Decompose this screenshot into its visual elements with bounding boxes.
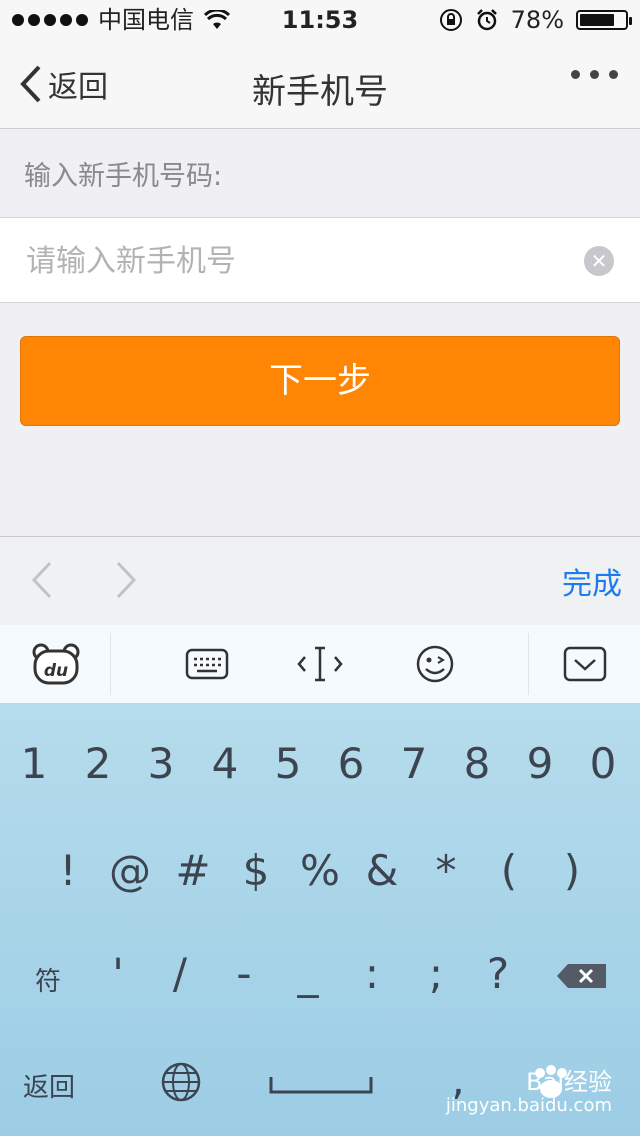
rotation-lock-icon bbox=[439, 9, 462, 31]
key-left-paren[interactable]: ( bbox=[477, 846, 541, 895]
key-colon[interactable]: : bbox=[340, 949, 404, 998]
key-hyphen[interactable]: - bbox=[212, 949, 276, 998]
key-at[interactable]: @ bbox=[98, 846, 162, 895]
symbol-keyboard: 1 2 3 4 5 6 7 8 9 0 ! @ # $ % & * ( ) 符 … bbox=[0, 703, 640, 1136]
watermark-brand: Bai经验 bbox=[526, 1068, 612, 1096]
svg-text:du: du bbox=[44, 661, 68, 681]
page-title: 新手机号 bbox=[252, 72, 388, 112]
key-8[interactable]: 8 bbox=[445, 739, 509, 788]
cursor-icon[interactable] bbox=[292, 635, 348, 693]
toolbar-separator bbox=[110, 633, 111, 695]
battery-fill bbox=[580, 14, 614, 26]
next-step-button[interactable]: 下一步 bbox=[20, 336, 620, 426]
hide-keyboard-icon[interactable] bbox=[560, 635, 610, 693]
status-bar: 中国电信 11:53 78% bbox=[0, 0, 640, 40]
keyboard-accessory-bar: 完成 bbox=[0, 536, 640, 626]
key-ampersand[interactable]: & bbox=[350, 846, 414, 895]
toolbar-separator bbox=[528, 633, 529, 695]
key-hash[interactable]: # bbox=[161, 846, 225, 895]
done-button[interactable]: 完成 bbox=[562, 559, 622, 603]
return-key[interactable]: 返回 bbox=[14, 1067, 84, 1104]
key-semicolon[interactable]: ; bbox=[404, 949, 468, 998]
new-phone-input[interactable] bbox=[24, 232, 568, 290]
key-asterisk[interactable]: * bbox=[414, 846, 478, 895]
navigation-bar: 返回 新手机号 bbox=[0, 40, 640, 129]
clear-input-icon[interactable]: ✕ bbox=[584, 246, 614, 276]
key-7[interactable]: 7 bbox=[382, 739, 446, 788]
key-1[interactable]: 1 bbox=[2, 739, 66, 788]
space-key[interactable] bbox=[268, 1075, 374, 1095]
key-4[interactable]: 4 bbox=[193, 739, 257, 788]
key-0[interactable]: 0 bbox=[571, 739, 635, 788]
key-slash[interactable]: / bbox=[148, 949, 212, 998]
watermark-url: jingyan.baidu.com bbox=[445, 1095, 612, 1116]
key-right-paren[interactable]: ) bbox=[540, 846, 604, 895]
status-right-group: 78% bbox=[439, 4, 632, 36]
key-9[interactable]: 9 bbox=[508, 739, 572, 788]
phone-field-label: 输入新手机号码: bbox=[24, 161, 223, 192]
emoji-icon[interactable] bbox=[410, 635, 460, 693]
baidu-du-icon[interactable]: du bbox=[28, 635, 84, 693]
baidu-watermark: Bai经验 jingyan.baidu.com bbox=[446, 1068, 612, 1116]
key-6[interactable]: 6 bbox=[319, 739, 383, 788]
phone-input-row: ✕ bbox=[0, 217, 640, 303]
next-field-icon[interactable] bbox=[114, 561, 138, 599]
previous-field-icon[interactable] bbox=[30, 561, 54, 599]
key-underscore[interactable]: _ bbox=[276, 949, 340, 998]
key-question[interactable]: ? bbox=[466, 949, 530, 998]
key-apostrophe[interactable]: ' bbox=[86, 949, 150, 998]
key-percent[interactable]: % bbox=[288, 846, 352, 895]
key-3[interactable]: 3 bbox=[129, 739, 193, 788]
battery-percent: 78% bbox=[510, 6, 564, 34]
key-dollar[interactable]: $ bbox=[224, 846, 288, 895]
key-2[interactable]: 2 bbox=[66, 739, 130, 788]
globe-icon[interactable] bbox=[160, 1061, 202, 1103]
key-5[interactable]: 5 bbox=[256, 739, 320, 788]
key-exclamation[interactable]: ! bbox=[36, 846, 100, 895]
keyboard-icon[interactable] bbox=[180, 635, 234, 693]
more-dots-icon[interactable] bbox=[571, 70, 618, 79]
keyboard-toolbar: du bbox=[0, 625, 640, 703]
alarm-icon bbox=[476, 9, 497, 31]
symbol-toggle-key[interactable]: 符 bbox=[16, 961, 80, 998]
battery-icon bbox=[576, 10, 632, 30]
backspace-icon[interactable] bbox=[556, 963, 608, 989]
